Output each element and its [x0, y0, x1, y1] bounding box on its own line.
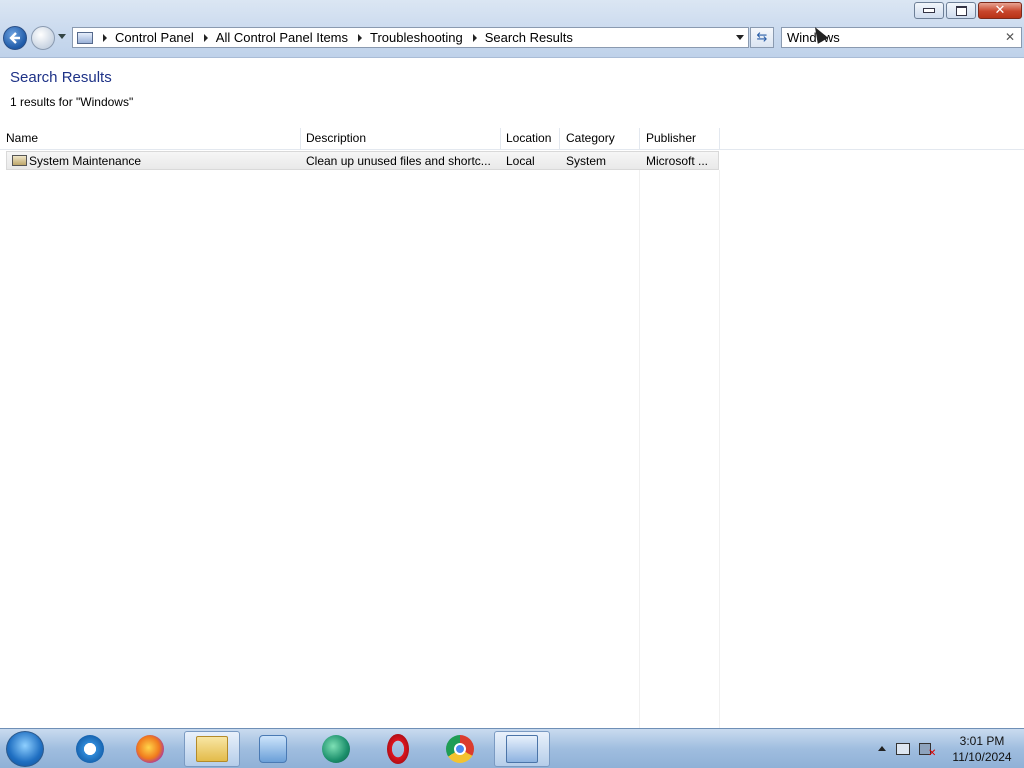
control-panel-icon — [506, 735, 538, 763]
page-title: Search Results — [10, 69, 112, 86]
minimize-icon — [923, 8, 935, 13]
recent-pages-dropdown[interactable] — [58, 34, 66, 39]
back-button[interactable] — [3, 26, 27, 50]
column-header-location[interactable]: Location — [506, 131, 551, 145]
taskbar-control-panel[interactable] — [494, 731, 550, 767]
breadcrumb-all-items[interactable]: All Control Panel Items — [216, 30, 348, 45]
taskbar-green-app[interactable] — [308, 731, 364, 767]
column-header-category[interactable]: Category — [566, 131, 615, 145]
column-divider[interactable] — [300, 128, 301, 150]
table-row[interactable]: System Maintenance Clean up unused files… — [6, 151, 719, 170]
refresh-button[interactable]: ⇆ — [750, 27, 774, 48]
window-controls: ✕ — [914, 2, 1022, 19]
restore-button[interactable] — [946, 2, 976, 19]
green-app-icon — [322, 735, 350, 763]
breadcrumb-separator[interactable] — [103, 33, 107, 42]
column-guide — [719, 170, 720, 728]
folder-icon — [196, 736, 228, 762]
chrome-icon — [446, 735, 474, 763]
firefox-icon — [136, 735, 164, 763]
back-arrow-icon — [9, 32, 20, 44]
column-divider[interactable] — [639, 128, 640, 150]
close-button[interactable]: ✕ — [978, 2, 1022, 19]
forward-button[interactable] — [31, 26, 55, 50]
clear-search-icon[interactable]: ✕ — [1005, 28, 1015, 47]
minimize-button[interactable] — [914, 2, 944, 19]
breadcrumb-separator[interactable] — [472, 33, 477, 42]
taskbar-media-player[interactable] — [245, 731, 301, 767]
opera-icon — [387, 734, 409, 764]
show-hidden-icons-icon[interactable] — [878, 746, 886, 751]
column-divider[interactable] — [719, 128, 720, 150]
close-icon: ✕ — [994, 3, 1006, 18]
control-panel-icon — [77, 31, 93, 44]
mute-x-icon: ✕ — [928, 748, 937, 759]
row-location: Local — [506, 154, 535, 168]
clock-time: 3:01 PM — [959, 734, 1005, 748]
network-icon[interactable] — [896, 743, 910, 755]
result-count: 1 results for "Windows" — [10, 95, 134, 109]
address-dropdown[interactable] — [736, 35, 744, 40]
window-chrome: ✕ Control Panel All Control Panel Items … — [0, 0, 1024, 58]
column-header-description[interactable]: Description — [306, 131, 366, 145]
column-header-publisher[interactable]: Publisher — [646, 131, 696, 145]
taskbar-firefox[interactable] — [122, 731, 178, 767]
system-tray: ✕ 3:01 PM 11/10/2024 — [864, 729, 1024, 768]
taskbar-chrome[interactable] — [432, 731, 488, 767]
internet-explorer-icon — [76, 735, 104, 763]
taskbar-internet-explorer[interactable] — [62, 731, 118, 767]
row-description: Clean up unused files and shortc... — [306, 154, 491, 168]
system-maintenance-icon — [12, 155, 27, 166]
breadcrumb-separator[interactable] — [203, 33, 208, 42]
column-divider[interactable] — [500, 128, 501, 150]
restore-icon — [955, 5, 967, 16]
column-header-row: Name Description Location Category Publi… — [0, 128, 1024, 150]
row-name: System Maintenance — [29, 154, 142, 168]
breadcrumb-troubleshooting[interactable]: Troubleshooting — [370, 30, 463, 45]
column-divider[interactable] — [559, 128, 560, 150]
column-header-name[interactable]: Name — [6, 131, 38, 145]
row-category: System — [566, 154, 607, 168]
breadcrumb-control-panel[interactable]: Control Panel — [115, 30, 194, 45]
breadcrumb-search-results[interactable]: Search Results — [485, 30, 573, 45]
taskbar-opera[interactable] — [370, 731, 426, 767]
media-player-icon — [259, 735, 287, 763]
start-button[interactable] — [6, 731, 44, 767]
column-guide — [639, 170, 640, 728]
breadcrumb-separator[interactable] — [358, 33, 363, 42]
clock[interactable]: 3:01 PM 11/10/2024 — [944, 733, 1020, 765]
refresh-icon: ⇆ — [756, 30, 768, 45]
row-publisher: Microsoft ... — [646, 154, 709, 168]
taskbar-file-explorer[interactable] — [184, 731, 240, 767]
taskbar: ✕ 3:01 PM 11/10/2024 — [0, 728, 1024, 768]
address-bar[interactable]: Control Panel All Control Panel Items Tr… — [72, 27, 749, 48]
clock-date: 11/10/2024 — [952, 750, 1012, 764]
